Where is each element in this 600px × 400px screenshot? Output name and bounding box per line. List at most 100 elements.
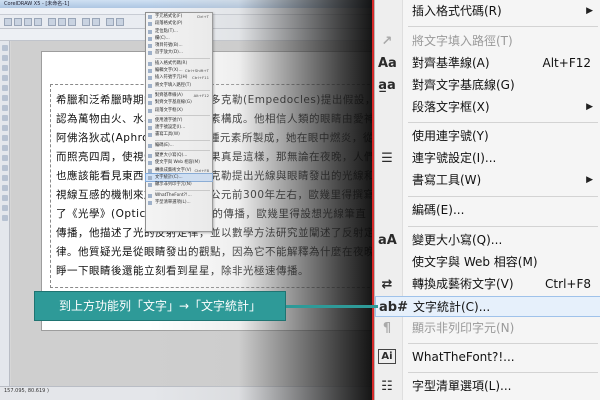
small-menu-item[interactable]: 欄(C)... (146, 35, 212, 42)
menu-item-font-list-options[interactable]: ☷ 字型清單選項(L)... (375, 376, 600, 397)
small-menu-item-label: WhatTheFont?!... (155, 192, 192, 198)
table-tool-icon[interactable] (2, 155, 8, 161)
menu-item-paragraph-text-frame[interactable]: 段落文字框(X) ▶ (375, 97, 600, 118)
menu-item-text-statistics[interactable]: ab# 文字統計(C)... (375, 296, 600, 317)
pilcrow-icon: ¶ (382, 321, 392, 336)
menu-separator (408, 343, 598, 344)
small-menu-item[interactable]: 連字號設定(I)... (146, 124, 212, 131)
menu-separator (155, 57, 210, 59)
small-menu-item-label: 顯示非列印字元(N) (155, 182, 192, 188)
menu-item-icon (148, 175, 152, 180)
menu-item-whatthefont[interactable]: Ai WhatTheFont?!... (375, 347, 600, 368)
new-icon[interactable] (4, 18, 12, 26)
dimension-tool-icon[interactable] (2, 165, 8, 171)
menu-item-icon (148, 193, 152, 198)
small-menu-item[interactable]: 插入格式代碼(R) (146, 60, 212, 67)
small-menu-item[interactable]: 書寫工具(W) (146, 131, 212, 138)
small-menu-item[interactable]: 轉換成藝術文字(V) Ctrl+F8 (146, 167, 212, 174)
shape-tool-icon[interactable] (2, 55, 8, 61)
open-icon[interactable] (14, 18, 22, 26)
submenu-arrow-icon: ▶ (586, 6, 593, 16)
redo-icon[interactable] (92, 18, 100, 26)
menu-item-insert-format-code[interactable]: 插入格式代碼(R) ▶ (375, 1, 600, 22)
menu-item-make-web-compatible[interactable]: 使文字與 Web 相容(M) (375, 252, 600, 273)
menu-item-straighten-text[interactable]: a̲a 對齊文字基底線(G) (375, 75, 600, 96)
menu-item-icon (148, 93, 152, 98)
small-menu-item-label: 對齊基準線(A) (155, 92, 183, 98)
small-menu-item[interactable]: 對齊文字基底線(G) (146, 99, 212, 106)
menu-item-icon (148, 61, 152, 66)
menu-item-use-hyphenation[interactable]: 使用連字號(Y) (375, 126, 600, 147)
menu-item-writing-tools[interactable]: 書寫工具(W) ▶ (375, 170, 600, 191)
undo-icon[interactable] (82, 18, 90, 26)
menu-item-icon (148, 101, 152, 106)
zoom-tool-icon[interactable] (2, 75, 8, 81)
small-menu-item[interactable]: 首字放大(D)... (146, 49, 212, 56)
small-menu-item[interactable]: 顯示非列印字元(N) (146, 181, 212, 188)
crop-tool-icon[interactable] (2, 65, 8, 71)
menu-separator (155, 189, 210, 191)
small-menu-item-shortcut: Alt+F12 (193, 92, 209, 98)
rectangle-tool-icon[interactable] (2, 105, 8, 111)
menu-item-icon (148, 126, 152, 131)
small-menu-item[interactable]: 段落格式化(P) (146, 20, 212, 27)
menu-item-icon (148, 22, 152, 27)
ellipse-tool-icon[interactable] (2, 115, 8, 121)
menu-item-encode[interactable]: 編碼(E)... (375, 200, 600, 221)
import-icon[interactable] (106, 18, 114, 26)
text-tool-icon[interactable] (2, 145, 8, 151)
small-menu-item[interactable]: WhatTheFont?!... (146, 192, 212, 199)
menu-item-hyphenation-settings[interactable]: ☰ 連字號設定(I)... (375, 148, 600, 169)
menu-separator (408, 372, 598, 373)
cut-icon[interactable] (48, 18, 56, 26)
small-menu-item[interactable]: 使文字與 Web 相容(M) (146, 159, 212, 166)
fill-tool-icon[interactable] (2, 215, 8, 221)
small-menu-item[interactable]: 字元格式化(F) Ctrl+T (146, 13, 212, 20)
text-menu-zoomed: 插入格式代碼(R) ▶ ↗ 將文字填入路徑(T) Aa 對齊基準線(A) Alt… (374, 0, 600, 400)
small-menu-item[interactable]: 變更大小寫(Q)... (146, 152, 212, 159)
small-menu-item[interactable]: 字型清單選項(L)... (146, 199, 212, 206)
save-icon[interactable] (24, 18, 32, 26)
print-icon[interactable] (34, 18, 42, 26)
small-menu-item[interactable]: 將文字填入路徑(T) (146, 82, 212, 89)
small-menu-item[interactable]: 段落文字框(X) (146, 107, 212, 114)
copy-icon[interactable] (58, 18, 66, 26)
menu-item-icon (148, 15, 152, 19)
blend-tool-icon[interactable] (2, 185, 8, 191)
smart-fill-icon[interactable] (2, 95, 8, 101)
polygon-tool-icon[interactable] (2, 125, 8, 131)
freehand-tool-icon[interactable] (2, 85, 8, 91)
title-bar: CorelDRAW X5 - [未命名-1] (0, 0, 372, 8)
paste-icon[interactable] (68, 18, 76, 26)
small-menu-item[interactable]: 定位點(T)... (146, 28, 212, 35)
small-menu-item-label: 對齊文字基底線(G) (155, 100, 192, 106)
menu-item-fit-text-to-path[interactable]: ↗ 將文字填入路徑(T) (375, 31, 600, 52)
small-menu-item[interactable]: 編輯文字(X)... Ctrl+Shift+T (146, 67, 212, 74)
menu-separator (408, 122, 598, 123)
small-menu-item-label: 段落格式化(P) (155, 21, 183, 27)
menu-item-change-case[interactable]: aA 變更大小寫(Q)... (375, 230, 600, 251)
menu-item-icon (148, 51, 152, 56)
pick-tool-icon[interactable] (2, 45, 8, 51)
callout-pointer-line (286, 305, 378, 308)
small-menu-item[interactable]: 對齊基準線(A) Alt+F12 (146, 92, 212, 99)
menu-item-align-to-baseline[interactable]: Aa 對齊基準線(A) Alt+F12 (375, 53, 600, 74)
small-menu-item[interactable]: 插入符號字元(H) Ctrl+F11 (146, 74, 212, 81)
outline-tool-icon[interactable] (2, 205, 8, 211)
menu-item-show-nonprinting[interactable]: ¶ 顯示非列印字元(N) (375, 318, 600, 339)
menu-item-icon (148, 44, 152, 49)
paragraph-text: 希臘和泛希臘時期的哲學家恩培多克勒(Empedocles)提出假設，認為萬物由火… (56, 94, 372, 277)
instruction-callout: 到上方功能列「文字」→「文字統計」 (34, 291, 286, 321)
menu-item-icon (148, 76, 152, 81)
small-menu-item-label: 段落文字框(X) (155, 107, 183, 113)
small-menu-item[interactable]: 編碼(E)... (146, 142, 212, 149)
menu-item-icon (148, 36, 152, 41)
small-menu-item[interactable]: 文字統計(C)... (145, 172, 213, 183)
export-icon[interactable] (116, 18, 124, 26)
menu-item-convert-to-artistic[interactable]: ⇄ 轉換成藝術文字(V) Ctrl+F8 (375, 274, 600, 295)
small-menu-item[interactable]: 項目符號(B)... (146, 42, 212, 49)
connector-tool-icon[interactable] (2, 175, 8, 181)
small-menu-item[interactable]: 使用連字號(Y) (146, 117, 212, 124)
basic-shapes-icon[interactable] (2, 135, 8, 141)
eyedropper-tool-icon[interactable] (2, 195, 8, 201)
